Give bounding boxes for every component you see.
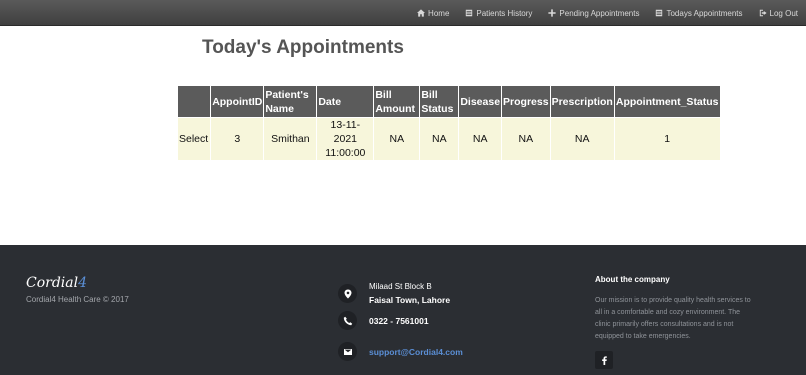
select-link[interactable]: Select xyxy=(176,117,212,161)
nav-patients-history-label: Patients History xyxy=(476,8,533,18)
nav-menu: Home Patients History Pending Appointmen… xyxy=(417,0,798,26)
footer-copyright: Cordial4 Health Care © 2017 xyxy=(26,295,129,304)
cell-bill-status: NA xyxy=(419,117,460,161)
about-company-text: Our mission is to provide quality health… xyxy=(595,297,751,340)
footer: Cordial4 Cordial4 Health Care © 2017 Mil… xyxy=(0,245,806,375)
facebook-icon[interactable] xyxy=(595,351,613,369)
column-header-date: Date xyxy=(316,85,375,118)
cell-disease: NA xyxy=(458,117,503,161)
top-navbar: Home Patients History Pending Appointmen… xyxy=(0,0,806,26)
nav-patients-history[interactable]: Patients History xyxy=(465,9,532,18)
cell-prescription: NA xyxy=(549,117,615,161)
table-header-row: AppointID Patient's Name Date Bill Amoun… xyxy=(176,85,721,118)
column-header-appointment-status: Appointment_Status xyxy=(613,85,721,118)
column-header-patient-name: Patient's Name xyxy=(263,85,318,118)
page-title: Today's Appointments xyxy=(202,37,404,58)
footer-logo-number: 4 xyxy=(78,275,88,291)
map-marker-icon xyxy=(338,284,357,303)
nav-todays-appointments-label: Todays Appointments xyxy=(666,8,743,18)
list-icon xyxy=(656,9,663,17)
contact-address: Milaad St Block B Faisal Town, Lahore xyxy=(338,282,450,305)
nav-logout[interactable]: Log Out xyxy=(759,9,798,18)
email-link[interactable]: support@Cordial4.com xyxy=(369,347,463,357)
column-header-prescription: Prescription xyxy=(549,85,615,118)
column-header-appoint-id: AppointID xyxy=(210,85,265,118)
cell-appointment-status: 1 xyxy=(613,117,721,161)
contact-phone: 0322 - 7561001 xyxy=(338,311,429,330)
column-header-bill-status: Bill Status xyxy=(419,85,460,118)
footer-logo[interactable]: Cordial4 xyxy=(26,275,87,291)
table-row: Select 3 Smithan 13-11-2021 11:00:00 NA … xyxy=(176,117,721,161)
home-icon xyxy=(417,9,426,17)
plus-icon xyxy=(548,9,557,17)
cell-date: 13-11-2021 11:00:00 xyxy=(316,117,375,161)
nav-logout-label: Log Out xyxy=(769,8,798,18)
appointments-table: AppointID Patient's Name Date Bill Amoun… xyxy=(176,85,721,161)
contact-email: support@Cordial4.com xyxy=(338,342,463,361)
address-line-2: Faisal Town, Lahore xyxy=(369,295,451,305)
list-icon xyxy=(466,9,473,17)
column-header-bill-amount: Bill Amount xyxy=(373,85,421,118)
cell-bill-amount: NA xyxy=(373,117,421,161)
footer-logo-text: Cordial xyxy=(26,275,79,291)
address-line-1: Milaad St Block B xyxy=(369,282,432,291)
nav-pending-appointments-label: Pending Appointments xyxy=(559,8,640,18)
column-header-progress: Progress xyxy=(501,85,551,118)
nav-todays-appointments[interactable]: Todays Appointments xyxy=(655,8,743,18)
envelope-icon xyxy=(338,342,357,361)
cell-appoint-id: 3 xyxy=(210,117,265,161)
logout-icon xyxy=(759,9,767,17)
phone-icon xyxy=(338,311,357,330)
nav-pending-appointments[interactable]: Pending Appointments xyxy=(548,9,639,18)
column-header-disease: Disease xyxy=(458,85,503,118)
about-company-title: About the company xyxy=(595,275,670,284)
phone-number: 0322 - 7561001 xyxy=(369,315,429,326)
nav-home[interactable]: Home xyxy=(417,9,449,18)
cell-progress: NA xyxy=(501,117,551,161)
cell-patient-name: Smithan xyxy=(263,117,318,161)
column-header-select xyxy=(176,85,212,118)
nav-home-label: Home xyxy=(428,8,450,18)
